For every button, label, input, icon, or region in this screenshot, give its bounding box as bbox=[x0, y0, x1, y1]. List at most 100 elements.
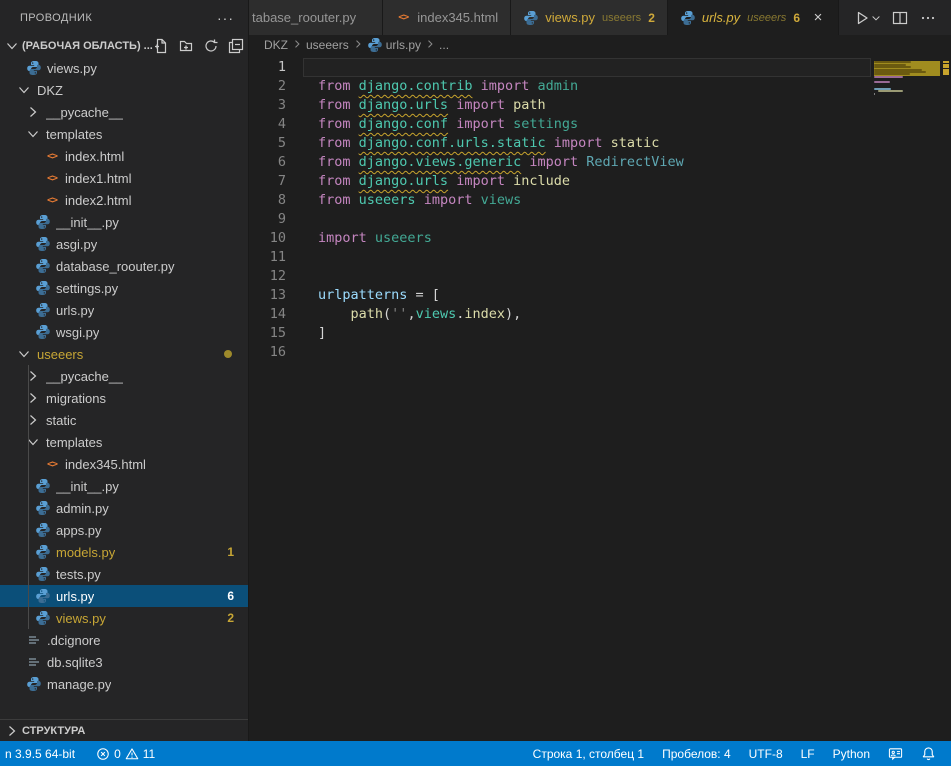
tree-item-views-py[interactable]: views.py bbox=[0, 57, 248, 79]
line-number[interactable]: 13 bbox=[249, 286, 303, 305]
line-number[interactable]: 11 bbox=[249, 248, 303, 267]
run-python-file-button[interactable] bbox=[851, 7, 883, 29]
tree-item-apps-py[interactable]: apps.py bbox=[0, 519, 248, 541]
tab-views-py[interactable]: views.pyuseeers2 bbox=[511, 0, 668, 35]
breadcrumb-item-useeers[interactable]: useeers bbox=[306, 38, 349, 52]
code-line-8[interactable]: 8from useeers import views bbox=[249, 191, 951, 210]
feedback-icon[interactable] bbox=[881, 741, 910, 766]
tree-item-tests-py[interactable]: tests.py bbox=[0, 563, 248, 585]
line-number[interactable]: 12 bbox=[249, 267, 303, 286]
code-line-6[interactable]: 6from django.views.generic import Redire… bbox=[249, 153, 951, 172]
line-number[interactable]: 2 bbox=[249, 77, 303, 96]
tree-item-index2-html[interactable]: <>index2.html bbox=[0, 189, 248, 211]
tab-urls-py[interactable]: urls.pyuseeers6× bbox=[668, 0, 839, 35]
line-number[interactable]: 16 bbox=[249, 343, 303, 362]
tree-item-db-sqlite3[interactable]: db.sqlite3 bbox=[0, 651, 248, 673]
tree-item-manage-py[interactable]: manage.py bbox=[0, 673, 248, 695]
editor-more-actions-icon[interactable] bbox=[917, 7, 939, 29]
line-number[interactable]: 1 bbox=[249, 58, 303, 77]
python-interpreter-status[interactable]: n 3.9.5 64-bit bbox=[2, 741, 78, 766]
tree-item--init-py[interactable]: __init__.py bbox=[0, 211, 248, 233]
line-number[interactable]: 3 bbox=[249, 96, 303, 115]
tree-item-index-html[interactable]: <>index.html bbox=[0, 145, 248, 167]
tree-item-templates[interactable]: templates bbox=[0, 123, 248, 145]
code-line-14[interactable]: 14 path('',views.index), bbox=[249, 305, 951, 324]
tree-item-static[interactable]: static bbox=[0, 409, 248, 431]
tree-item-index1-html[interactable]: <>index1.html bbox=[0, 167, 248, 189]
tree-item-asgi-py[interactable]: asgi.py bbox=[0, 233, 248, 255]
tree-item-admin-py[interactable]: admin.py bbox=[0, 497, 248, 519]
breadcrumb-item-urls-py[interactable]: urls.py bbox=[367, 37, 421, 53]
tab-index345-html[interactable]: <>index345.html bbox=[383, 0, 511, 35]
eol-status[interactable]: LF bbox=[794, 741, 822, 766]
code-line-16[interactable]: 16 bbox=[249, 343, 951, 362]
split-editor-icon[interactable] bbox=[889, 7, 911, 29]
tree-item-models-py[interactable]: models.py1 bbox=[0, 541, 248, 563]
line-content[interactable]: from django.views.generic import Redirec… bbox=[303, 153, 871, 172]
tree-item-urls-py[interactable]: urls.py bbox=[0, 299, 248, 321]
line-content[interactable] bbox=[303, 267, 871, 286]
tree-item-wsgi-py[interactable]: wsgi.py bbox=[0, 321, 248, 343]
new-folder-icon[interactable] bbox=[178, 38, 194, 54]
notifications-bell-icon[interactable] bbox=[914, 741, 943, 766]
breadcrumb-item-DKZ[interactable]: DKZ bbox=[264, 38, 288, 52]
code-line-3[interactable]: 3from django.urls import path bbox=[249, 96, 951, 115]
language-mode-status[interactable]: Python bbox=[826, 741, 877, 766]
code-editor[interactable]: 12from django.contrib import admin3from … bbox=[249, 55, 951, 741]
line-content[interactable]: from useeers import views bbox=[303, 191, 871, 210]
line-number[interactable]: 4 bbox=[249, 115, 303, 134]
tree-item--pycache-[interactable]: __pycache__ bbox=[0, 101, 248, 123]
line-content[interactable]: from django.urls import include bbox=[303, 172, 871, 191]
code-line-15[interactable]: 15] bbox=[249, 324, 951, 343]
code-line-12[interactable]: 12 bbox=[249, 267, 951, 286]
outline-section-header[interactable]: СТРУКТУРА bbox=[0, 719, 248, 741]
problems-status[interactable]: 0 11 bbox=[92, 741, 158, 766]
tree-item-views-py[interactable]: views.py2 bbox=[0, 607, 248, 629]
line-content[interactable]: from django.conf.urls.static import stat… bbox=[303, 134, 871, 153]
code-line-1[interactable]: 1 bbox=[249, 58, 951, 77]
code-line-5[interactable]: 5from django.conf.urls.static import sta… bbox=[249, 134, 951, 153]
code-line-13[interactable]: 13urlpatterns = [ bbox=[249, 286, 951, 305]
close-tab-icon[interactable]: × bbox=[810, 10, 826, 25]
code-line-9[interactable]: 9 bbox=[249, 210, 951, 229]
tree-item-database-roouter-py[interactable]: database_roouter.py bbox=[0, 255, 248, 277]
code-line-4[interactable]: 4from django.conf import settings bbox=[249, 115, 951, 134]
sidebar-more-actions-icon[interactable]: ··· bbox=[217, 10, 234, 26]
line-number[interactable]: 5 bbox=[249, 134, 303, 153]
cursor-position-status[interactable]: Строка 1, столбец 1 bbox=[526, 741, 651, 766]
line-number[interactable]: 6 bbox=[249, 153, 303, 172]
line-number[interactable]: 8 bbox=[249, 191, 303, 210]
tree-item-useeers[interactable]: useeers bbox=[0, 343, 248, 365]
breadcrumb-item--[interactable]: ... bbox=[439, 38, 449, 52]
collapse-all-icon[interactable] bbox=[228, 38, 244, 54]
tree-item--pycache-[interactable]: __pycache__ bbox=[0, 365, 248, 387]
workspace-section-header[interactable]: (РАБОЧАЯ ОБЛАСТЬ) ... bbox=[0, 35, 248, 57]
line-content[interactable] bbox=[303, 58, 871, 77]
code-line-7[interactable]: 7from django.urls import include bbox=[249, 172, 951, 191]
new-file-icon[interactable] bbox=[153, 38, 169, 54]
line-number[interactable]: 7 bbox=[249, 172, 303, 191]
line-content[interactable]: urlpatterns = [ bbox=[303, 286, 871, 305]
line-number[interactable]: 14 bbox=[249, 305, 303, 324]
line-content[interactable] bbox=[303, 210, 871, 229]
run-dropdown-chevron-icon[interactable] bbox=[869, 7, 883, 29]
line-number[interactable]: 10 bbox=[249, 229, 303, 248]
encoding-status[interactable]: UTF-8 bbox=[742, 741, 790, 766]
tree-item-urls-py[interactable]: urls.py6 bbox=[0, 585, 248, 607]
overview-ruler[interactable] bbox=[940, 55, 951, 741]
tree-item-DKZ[interactable]: DKZ bbox=[0, 79, 248, 101]
line-content[interactable]: from django.conf import settings bbox=[303, 115, 871, 134]
line-content[interactable]: import useeers bbox=[303, 229, 871, 248]
refresh-icon[interactable] bbox=[203, 38, 219, 54]
tree-item--init-py[interactable]: __init__.py bbox=[0, 475, 248, 497]
line-content[interactable]: from django.urls import path bbox=[303, 96, 871, 115]
code-line-2[interactable]: 2from django.contrib import admin bbox=[249, 77, 951, 96]
indentation-status[interactable]: Пробелов: 4 bbox=[655, 741, 738, 766]
line-content[interactable]: path('',views.index), bbox=[303, 305, 871, 324]
tree-item-migrations[interactable]: migrations bbox=[0, 387, 248, 409]
code-line-11[interactable]: 11 bbox=[249, 248, 951, 267]
tree-item-templates[interactable]: templates bbox=[0, 431, 248, 453]
line-number[interactable]: 9 bbox=[249, 210, 303, 229]
line-content[interactable] bbox=[303, 343, 871, 362]
line-number[interactable]: 15 bbox=[249, 324, 303, 343]
